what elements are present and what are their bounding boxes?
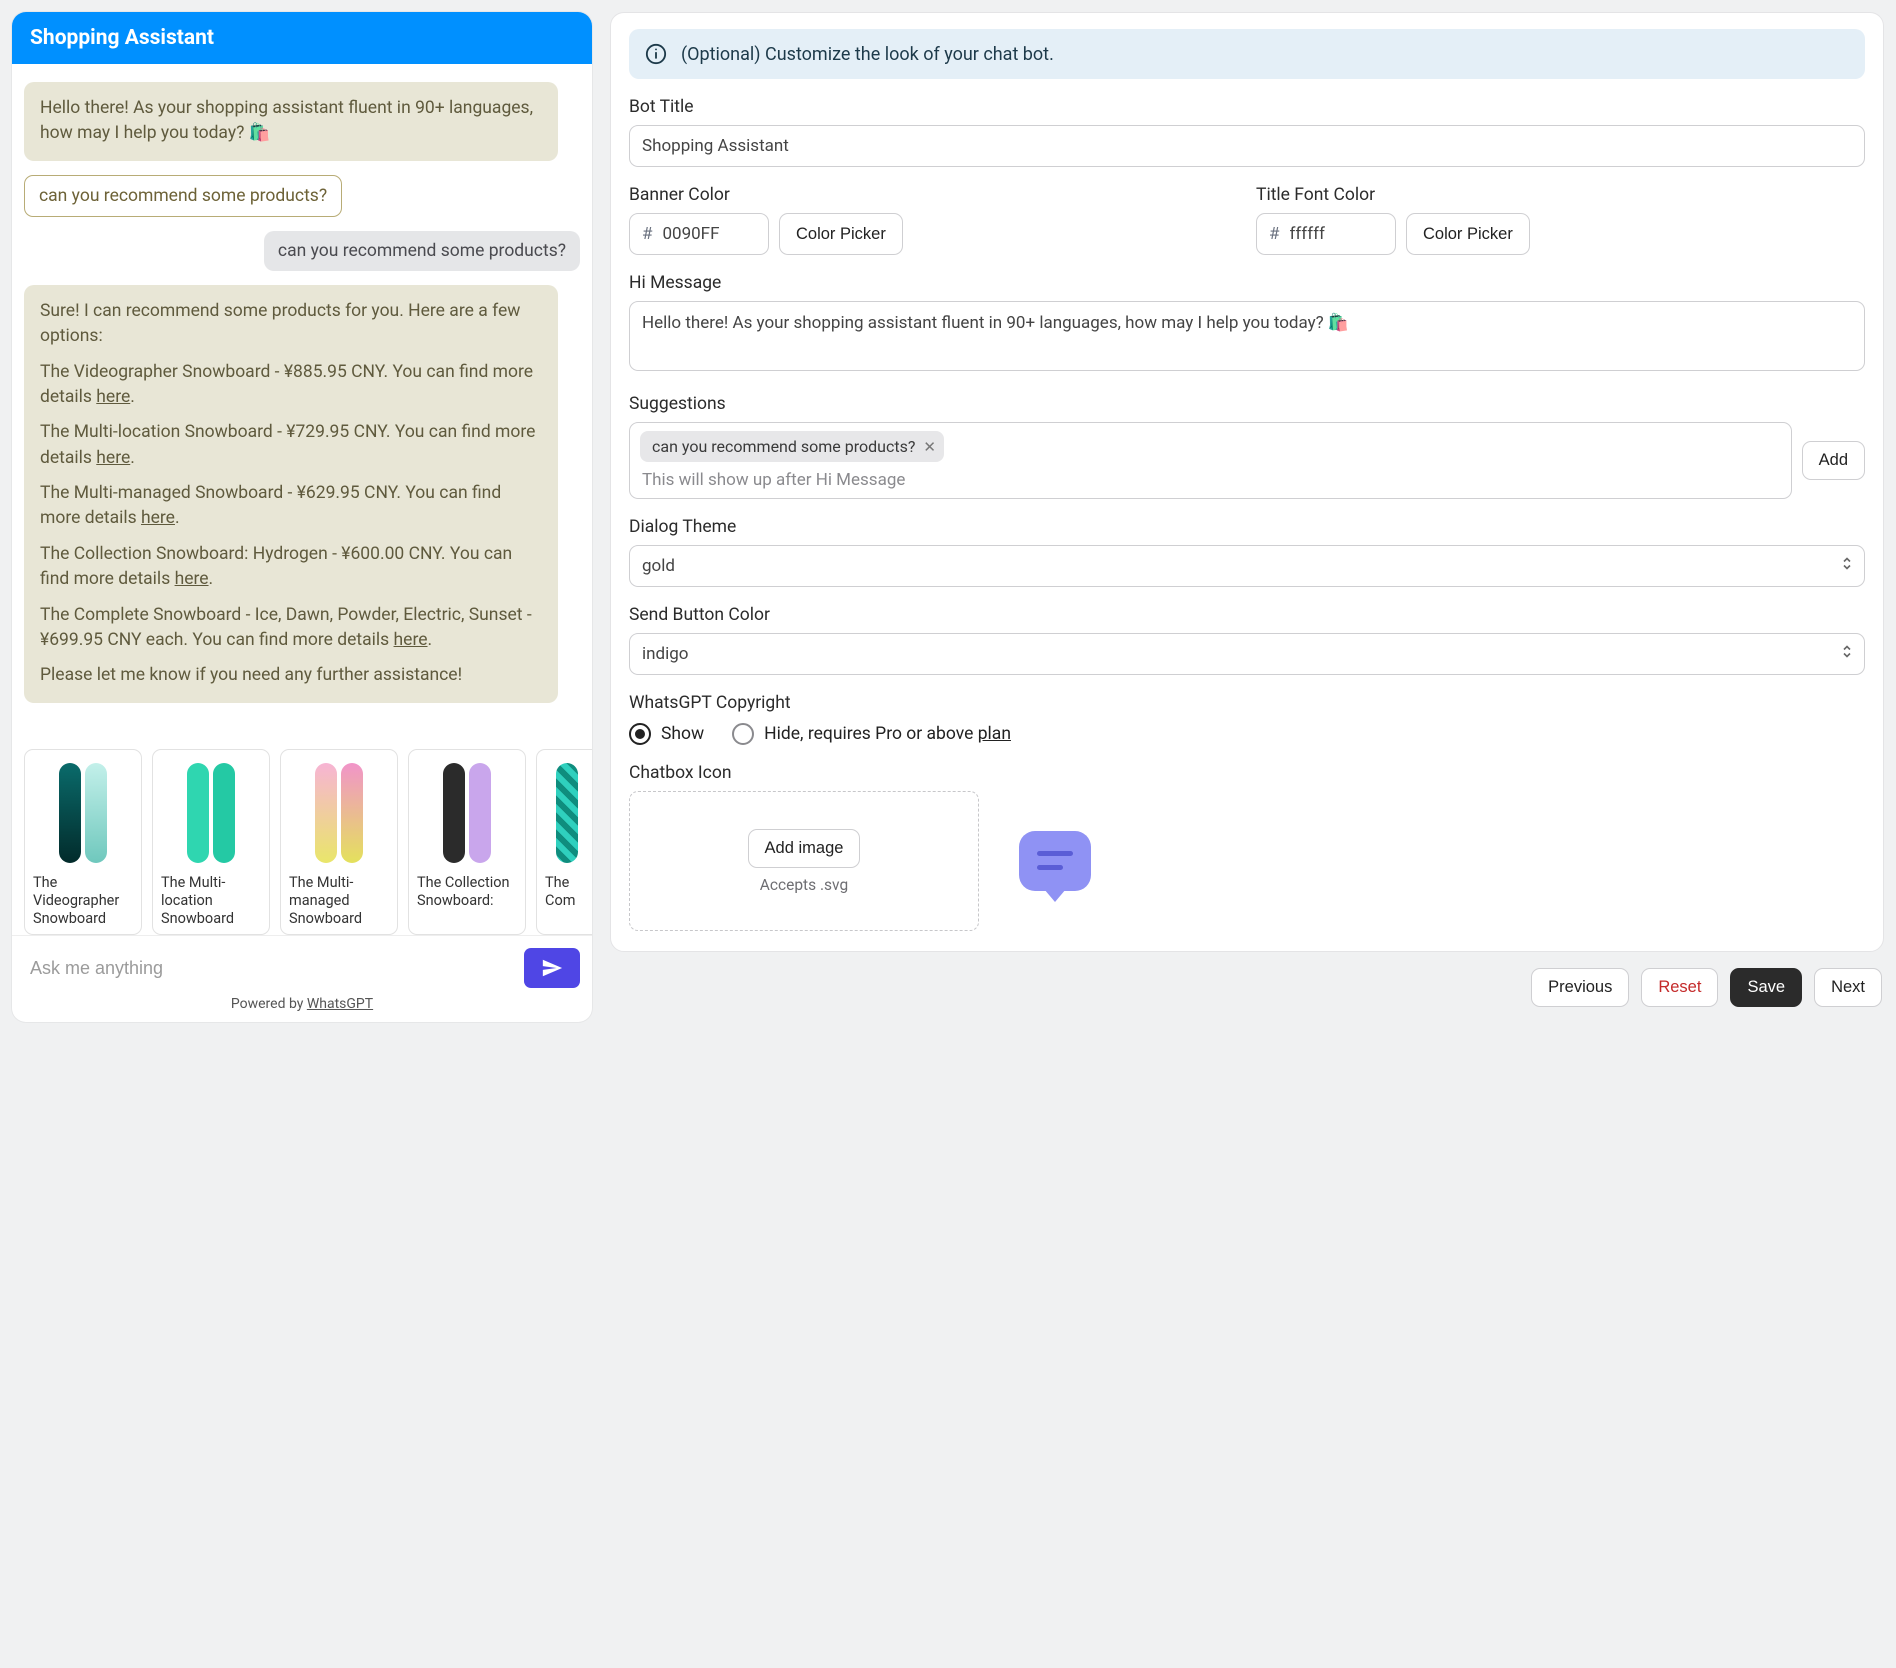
settings-panel: (Optional) Customize the look of your ch…: [610, 12, 1884, 952]
product-image: [289, 758, 389, 868]
product-image: [417, 758, 517, 868]
label-send-button-color: Send Button Color: [629, 605, 1865, 625]
reply-item: The Collection Snowboard: Hydrogen - ¥60…: [40, 542, 542, 593]
copyright-hide-option[interactable]: Hide, requires Pro or above plan: [732, 723, 1011, 745]
powered-by: Powered by WhatsGPT: [12, 992, 592, 1022]
reply-item: The Videographer Snowboard - ¥885.95 CNY…: [40, 360, 542, 411]
send-button-color-select[interactable]: indigo: [629, 633, 1865, 675]
chat-input[interactable]: [30, 958, 514, 979]
product-name: The Multi-location Snowboard: [161, 874, 261, 928]
chat-title: Shopping Assistant: [12, 12, 592, 64]
reply-item: The Multi-managed Snowboard - ¥629.95 CN…: [40, 481, 542, 532]
radio-icon: [629, 723, 651, 745]
info-text: (Optional) Customize the look of your ch…: [681, 44, 1054, 65]
product-card[interactable]: The Multi-managed Snowboard: [280, 749, 398, 935]
add-suggestion-button[interactable]: Add: [1802, 441, 1865, 480]
send-icon: [541, 957, 563, 979]
label-chatbox-icon: Chatbox Icon: [629, 763, 1865, 783]
product-image: [161, 758, 261, 868]
copyright-show-option[interactable]: Show: [629, 723, 704, 745]
label-title-font-color: Title Font Color: [1256, 185, 1865, 205]
previous-button[interactable]: Previous: [1531, 968, 1629, 1007]
title-font-color-picker-button[interactable]: Color Picker: [1406, 213, 1530, 255]
product-card[interactable]: The Videographer Snowboard: [24, 749, 142, 935]
reply-item: The Multi-location Snowboard - ¥729.95 C…: [40, 420, 542, 471]
chat-body: Hello there! As your shopping assistant …: [12, 64, 592, 749]
product-name: The Multi-managed Snowboard: [289, 874, 389, 928]
product-image: [545, 758, 588, 868]
image-dropzone[interactable]: Add image Accepts .svg: [629, 791, 979, 931]
plan-link[interactable]: plan: [978, 724, 1011, 744]
info-icon: [645, 43, 667, 65]
banner-color-input[interactable]: # 0090FF: [629, 213, 769, 255]
remove-tag-icon[interactable]: ✕: [923, 438, 936, 456]
label-dialog-theme: Dialog Theme: [629, 517, 1865, 537]
label-banner-color: Banner Color: [629, 185, 1238, 205]
add-image-button[interactable]: Add image: [748, 829, 861, 868]
info-banner: (Optional) Customize the look of your ch…: [629, 29, 1865, 79]
suggestion-tag: can you recommend some products? ✕: [640, 431, 944, 462]
banner-color-picker-button[interactable]: Color Picker: [779, 213, 903, 255]
dialog-theme-select[interactable]: gold: [629, 545, 1865, 587]
product-image: [33, 758, 133, 868]
send-button[interactable]: [524, 948, 580, 988]
bot-title-input[interactable]: [629, 125, 1865, 167]
chat-preview-panel: Shopping Assistant Hello there! As your …: [12, 12, 592, 1022]
bot-reply-bubble: Sure! I can recommend some products for …: [24, 285, 558, 703]
reset-button[interactable]: Reset: [1641, 968, 1718, 1007]
product-card[interactable]: The Collection Snowboard:: [408, 749, 526, 935]
save-button[interactable]: Save: [1730, 968, 1802, 1007]
label-hi-message: Hi Message: [629, 273, 1865, 293]
reply-link[interactable]: here: [394, 630, 428, 650]
reply-link[interactable]: here: [141, 508, 175, 528]
label-bot-title: Bot Title: [629, 97, 1865, 117]
powered-link[interactable]: WhatsGPT: [307, 996, 373, 1012]
product-card[interactable]: The Multi-location Snowboard: [152, 749, 270, 935]
user-message: can you recommend some products?: [264, 231, 580, 271]
reply-link[interactable]: here: [175, 569, 209, 589]
chatbox-icon-preview: [1019, 831, 1091, 891]
title-font-color-input[interactable]: # ffffff: [1256, 213, 1396, 255]
reply-link[interactable]: here: [96, 448, 130, 468]
reply-intro: Sure! I can recommend some products for …: [40, 299, 542, 350]
dropzone-hint: Accepts .svg: [760, 876, 848, 894]
product-name: The Collection Snowboard:: [417, 874, 517, 910]
radio-icon: [732, 723, 754, 745]
suggestions-box[interactable]: can you recommend some products? ✕ This …: [629, 422, 1792, 499]
label-copyright: WhatsGPT Copyright: [629, 693, 1865, 713]
suggestion-chip[interactable]: can you recommend some products?: [24, 175, 342, 217]
next-button[interactable]: Next: [1814, 968, 1882, 1007]
product-card[interactable]: The Com: [536, 749, 592, 935]
product-name: The Videographer Snowboard: [33, 874, 133, 928]
label-suggestions: Suggestions: [629, 394, 1865, 414]
suggestions-placeholder: This will show up after Hi Message: [640, 470, 1781, 498]
bot-intro-bubble: Hello there! As your shopping assistant …: [24, 82, 558, 161]
hi-message-input[interactable]: [629, 301, 1865, 371]
reply-outro: Please let me know if you need any furth…: [40, 663, 542, 688]
reply-item: The Complete Snowboard - Ice, Dawn, Powd…: [40, 603, 542, 654]
product-strip: The Videographer Snowboard The Multi-loc…: [12, 749, 592, 935]
reply-link[interactable]: here: [96, 387, 130, 407]
wizard-footer: Previous Reset Save Next: [610, 952, 1884, 1007]
product-name: The Com: [545, 874, 588, 910]
